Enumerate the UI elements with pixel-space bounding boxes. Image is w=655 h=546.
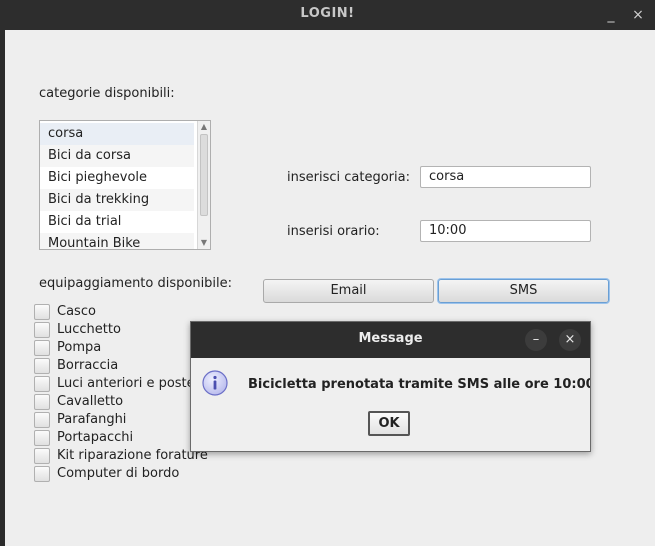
main-panel: categorie disponibili: corsa Bici da cor… xyxy=(5,30,655,546)
checkbox-label: Borraccia xyxy=(57,358,119,373)
info-icon xyxy=(202,370,228,396)
checkbox-portapacchi[interactable] xyxy=(34,430,50,446)
checkbox-label: Casco xyxy=(57,304,96,319)
checkbox-lucchetto[interactable] xyxy=(34,322,50,338)
categories-label: categorie disponibili: xyxy=(39,86,175,101)
equipment-label: equipaggiamento disponibile: xyxy=(39,276,233,291)
checkbox-label: Kit riparazione forature xyxy=(57,448,208,463)
list-scrollbar[interactable]: ▲ ▼ xyxy=(197,121,210,249)
time-input[interactable] xyxy=(420,220,591,242)
minimize-button[interactable]: _ xyxy=(600,4,622,26)
title-bar: LOGIN! _ × xyxy=(0,0,655,30)
email-button[interactable]: Email xyxy=(263,279,434,303)
dialog-title-bar: Message – × xyxy=(191,322,590,358)
close-button[interactable]: × xyxy=(627,4,649,26)
checkbox-label: Pompa xyxy=(57,340,102,355)
chevron-up-icon[interactable]: ▲ xyxy=(198,121,210,133)
checkbox-label: Portapacchi xyxy=(57,430,134,445)
window-title: LOGIN! xyxy=(300,6,355,21)
list-item[interactable]: Bici da trial xyxy=(40,211,194,233)
sms-button[interactable]: SMS xyxy=(438,279,609,303)
scrollbar-thumb[interactable] xyxy=(200,134,208,216)
categories-list[interactable]: corsa Bici da corsa Bici pieghevole Bici… xyxy=(39,120,211,250)
message-dialog: Message – × Bicicletta prenotata tramite… xyxy=(190,321,591,452)
checkbox-luci[interactable] xyxy=(34,376,50,392)
checkbox-pompa[interactable] xyxy=(34,340,50,356)
dialog-minimize-button[interactable]: – xyxy=(525,329,547,351)
checkbox-computer[interactable] xyxy=(34,466,50,482)
list-item[interactable]: Bici pieghevole xyxy=(40,167,194,189)
list-item[interactable]: Mountain Bike xyxy=(40,233,194,249)
checkbox-parafanghi[interactable] xyxy=(34,412,50,428)
category-input[interactable] xyxy=(420,166,591,188)
list-item[interactable]: Bici da corsa xyxy=(40,145,194,167)
list-item[interactable]: Bici da trekking xyxy=(40,189,194,211)
checkbox-label: Parafanghi xyxy=(57,412,127,427)
checkbox-kit-riparazione[interactable] xyxy=(34,448,50,464)
checkbox-label: Cavalletto xyxy=(57,394,124,409)
checkbox-cavalletto[interactable] xyxy=(34,394,50,410)
dialog-close-button[interactable]: × xyxy=(559,329,581,351)
checkbox-casco[interactable] xyxy=(34,304,50,320)
dialog-message: Bicicletta prenotata tramite SMS alle or… xyxy=(248,377,591,392)
ok-button[interactable]: OK xyxy=(368,411,410,436)
time-label: inserisi orario: xyxy=(287,224,380,239)
chevron-down-icon[interactable]: ▼ xyxy=(198,237,210,249)
checkbox-label: Computer di bordo xyxy=(57,466,180,481)
checkbox-label: Lucchetto xyxy=(57,322,121,337)
list-item[interactable]: corsa xyxy=(40,123,194,145)
category-label: inserisci categoria: xyxy=(287,170,410,185)
checkbox-borraccia[interactable] xyxy=(34,358,50,374)
